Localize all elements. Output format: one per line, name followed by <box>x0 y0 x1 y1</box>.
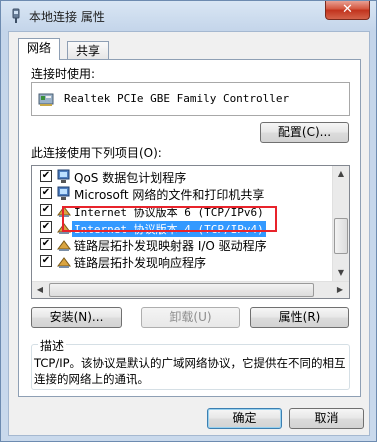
vertical-scrollbar[interactable]: ▲ ▼ <box>332 166 349 281</box>
items-label: 此连接使用下列项目(O): <box>31 146 162 160</box>
ok-button[interactable]: 确定 <box>207 408 282 429</box>
connect-using-label: 连接时使用: <box>31 67 96 81</box>
tab-sharing[interactable]: 共享 <box>67 41 110 61</box>
protocol-icon <box>56 237 72 252</box>
checkbox[interactable]: ✔ <box>40 221 52 233</box>
adapter-name: Realtek PCIe GBE Family Controller <box>64 92 290 105</box>
adapter-box: Realtek PCIe GBE Family Controller <box>31 82 350 116</box>
list-item[interactable]: ✔ Internet 协议版本 6 (TCP/IPv6) <box>32 202 332 219</box>
item-label: QoS 数据包计划程序 <box>74 171 187 185</box>
horizontal-scrollbar[interactable]: ◀ ▶ <box>32 281 349 298</box>
protocol-icon <box>56 254 72 269</box>
properties-button[interactable]: 属性(R) <box>250 307 349 328</box>
protocol-icon <box>56 220 72 235</box>
item-label: Internet 协议版本 6 (TCP/IPv6) <box>74 206 264 219</box>
tab-network[interactable]: 网络 <box>18 38 61 60</box>
window-title: 本地连接 属性 <box>29 10 105 24</box>
components-list[interactable]: ✔ QoS 数据包计划程序 ✔ Microsoft 网络的文件和打印机共享 ✔ <box>31 165 350 299</box>
protocol-icon <box>56 203 72 218</box>
checkbox[interactable]: ✔ <box>40 204 52 216</box>
checkbox[interactable]: ✔ <box>40 238 52 250</box>
list-item[interactable]: ✔ Microsoft 网络的文件和打印机共享 <box>32 185 332 202</box>
item-label: 链路层拓扑发现响应程序 <box>74 256 207 270</box>
scroll-thumb[interactable] <box>334 218 348 254</box>
list-item[interactable]: ✔ 链路层拓扑发现响应程序 <box>32 253 332 270</box>
tab-panel-network: 连接时使用: Realtek PCIe GBE Family Controlle… <box>18 59 361 397</box>
list-item[interactable]: ✔ 链路层拓扑发现映射器 I/O 驱动程序 <box>32 236 332 253</box>
network-client-icon <box>56 169 72 184</box>
dialog-body: 网络 共享 连接时使用: Realtek PCIe GBE Family Con… <box>8 31 370 436</box>
list-item-selected[interactable]: ✔ Internet 协议版本 4 (TCP/IPv4) <box>32 219 332 237</box>
close-button[interactable]: ✕ <box>325 1 370 20</box>
properties-window: 本地连接 属性 ✕ 网络 共享 连接时使用: Realtek PCIe GBE … <box>0 0 377 442</box>
description-legend: 描述 <box>38 337 67 354</box>
install-button[interactable]: 安装(N)... <box>31 307 122 328</box>
cancel-button[interactable]: 取消 <box>289 408 364 429</box>
checkbox[interactable]: ✔ <box>40 170 52 182</box>
close-icon: ✕ <box>342 2 353 17</box>
item-label: Internet 协议版本 4 (TCP/IPv4) <box>72 221 266 237</box>
network-connection-icon <box>8 8 24 24</box>
scroll-thumb[interactable] <box>49 283 314 297</box>
title-bar[interactable]: 本地连接 属性 ✕ <box>1 1 376 29</box>
checkbox[interactable]: ✔ <box>40 255 52 267</box>
scroll-down-icon[interactable]: ▼ <box>333 265 349 281</box>
checkbox[interactable]: ✔ <box>40 187 52 199</box>
item-label: Microsoft 网络的文件和打印机共享 <box>74 188 265 202</box>
scroll-right-icon[interactable]: ▶ <box>332 282 348 298</box>
description-text: TCP/IP。该协议是默认的广域网络协议，它提供在不同的相互连接的网络上的通讯。 <box>34 356 346 386</box>
scroll-up-icon[interactable]: ▲ <box>333 166 349 182</box>
scroll-left-icon[interactable]: ◀ <box>32 282 48 298</box>
uninstall-button[interactable]: 卸载(U) <box>141 307 240 328</box>
configure-button[interactable]: 配置(C)... <box>260 122 349 143</box>
network-client-icon <box>56 186 72 201</box>
item-label: 链路层拓扑发现映射器 I/O 驱动程序 <box>74 239 267 253</box>
list-item[interactable]: ✔ QoS 数据包计划程序 <box>32 168 332 185</box>
description-group: 描述 TCP/IP。该协议是默认的广域网络协议，它提供在不同的相互连接的网络上的… <box>31 337 350 390</box>
network-adapter-icon <box>38 91 56 107</box>
